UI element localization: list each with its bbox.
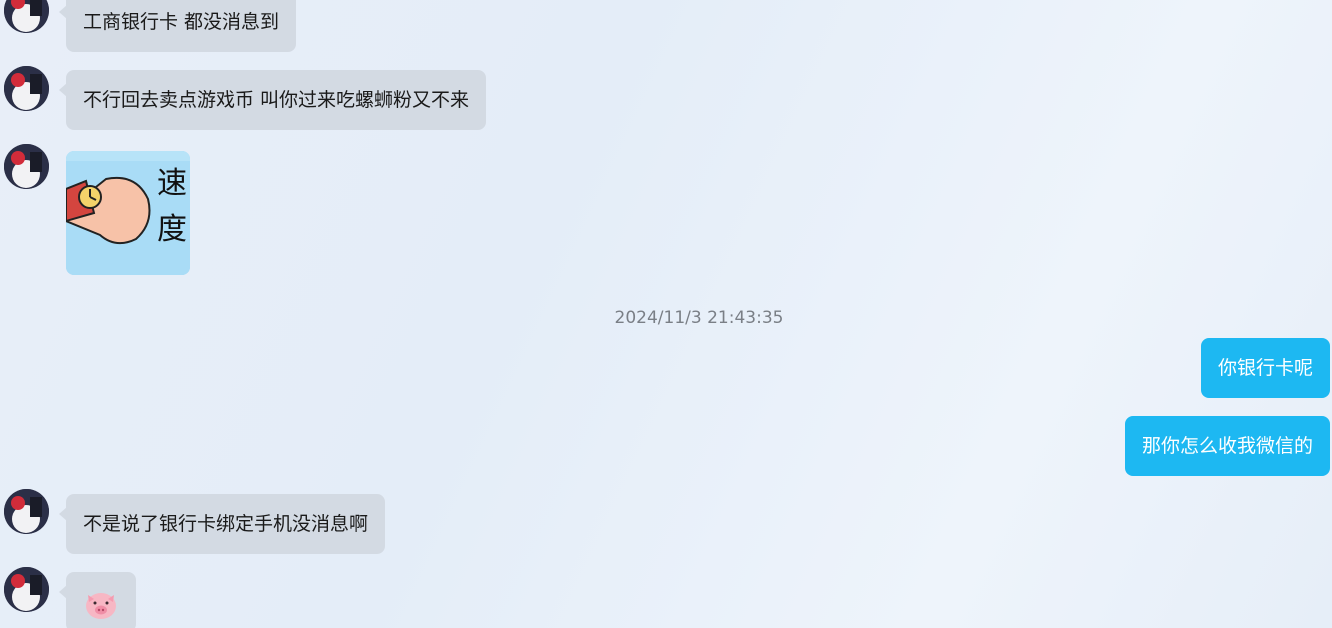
avatar[interactable] <box>4 567 49 612</box>
incoming-message-bubble[interactable]: 不是说了银行卡绑定手机没消息啊 <box>59 494 386 554</box>
message-text: 不是说了银行卡绑定手机没消息啊 <box>83 513 369 535</box>
avatar[interactable] <box>4 489 49 534</box>
avatar[interactable] <box>4 0 49 33</box>
outgoing-message-bubble[interactable]: 你银行卡呢 <box>1200 338 1330 398</box>
avatar[interactable] <box>4 144 49 189</box>
incoming-message-bubble[interactable] <box>59 572 136 628</box>
bubble-tail <box>59 585 67 599</box>
avatar[interactable] <box>4 66 49 111</box>
outgoing-message-bubble[interactable]: 那你怎么收我微信的 <box>1124 416 1330 476</box>
incoming-message-bubble[interactable]: 工商银行卡 都没消息到 <box>59 0 297 52</box>
message-text: 不行回去卖点游戏币 叫你过来吃螺蛳粉又不来 <box>83 89 470 111</box>
hand-watch-sticker[interactable]: 速 度 <box>66 151 190 275</box>
timestamp: 2024/11/3 21:43:35 <box>614 308 784 328</box>
message-text: 工商银行卡 都没消息到 <box>83 11 280 33</box>
bubble-tail <box>59 83 67 97</box>
pig-face-emoji <box>86 593 116 619</box>
bubble-tail <box>59 5 67 19</box>
bubble-tail <box>59 507 67 521</box>
incoming-message-bubble[interactable]: 不行回去卖点游戏币 叫你过来吃螺蛳粉又不来 <box>59 70 487 130</box>
message-text: 那你怎么收我微信的 <box>1141 435 1313 457</box>
message-text: 你银行卡呢 <box>1217 357 1313 379</box>
sticker-char-1: 速 <box>157 166 187 201</box>
sticker-char-2: 度 <box>157 212 187 247</box>
